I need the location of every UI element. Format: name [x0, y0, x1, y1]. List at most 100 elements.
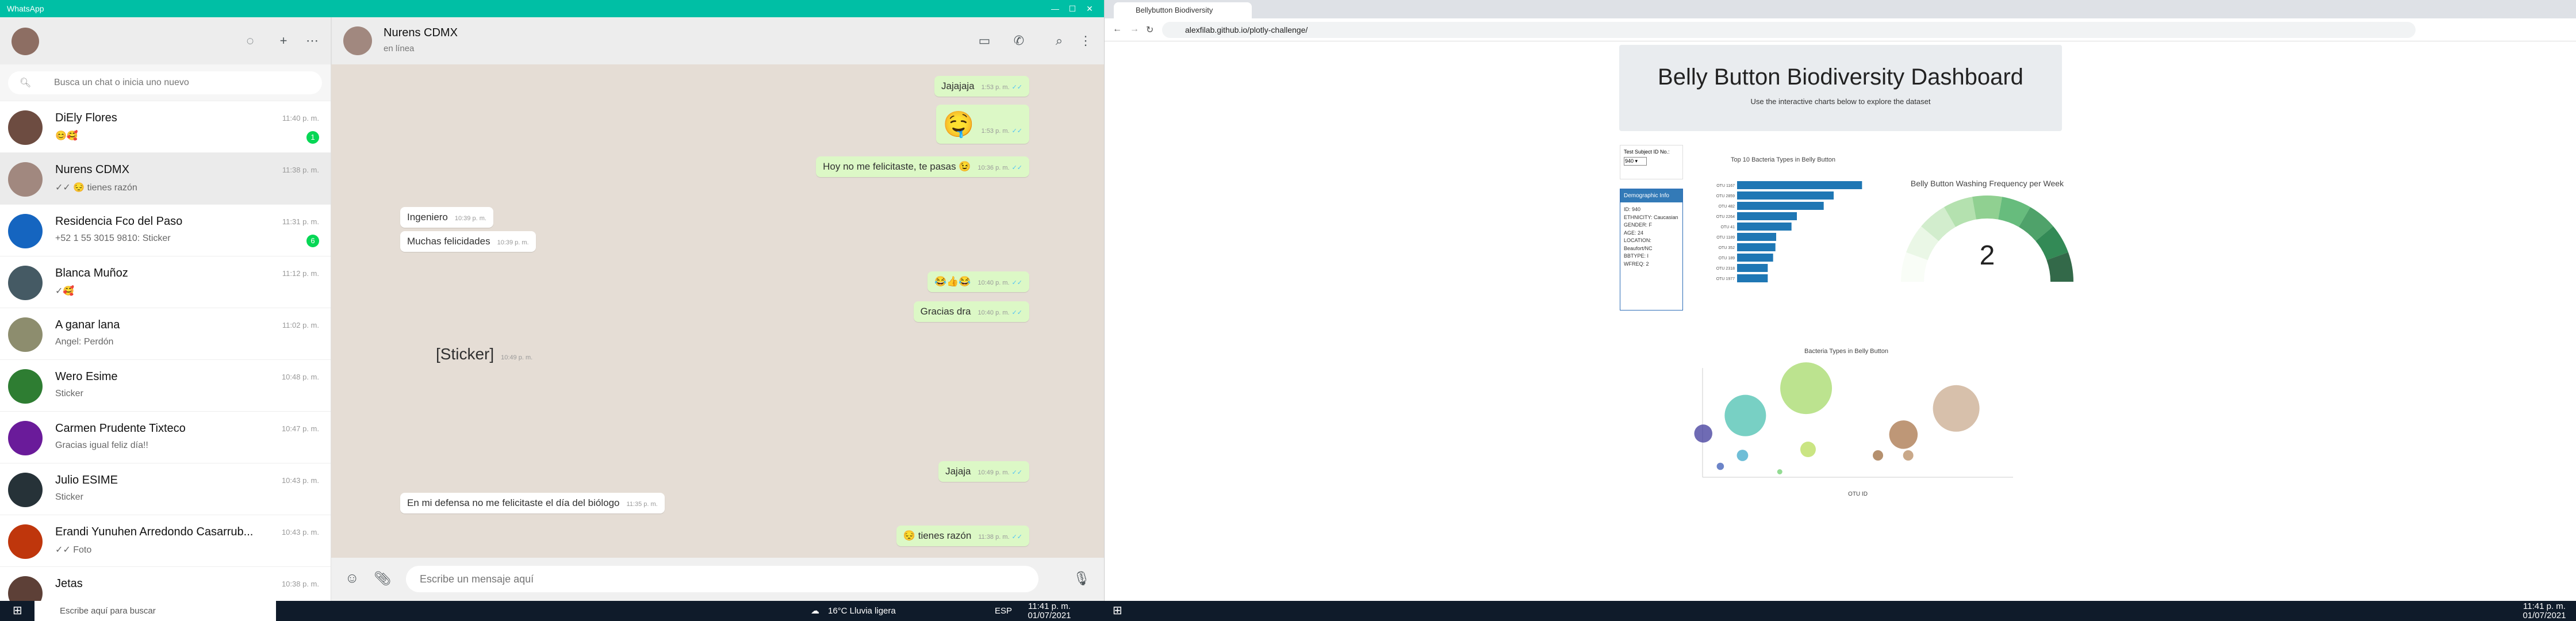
- conversation-pane: Nurens CDMX en línea ▭ ✆ ⌕ ⋮ Jajajaja 1:5…: [331, 17, 1104, 601]
- contact-avatar[interactable]: [343, 26, 372, 55]
- x-axis-label: OTU ID: [1848, 491, 1868, 497]
- chat-preview: Sticker: [55, 492, 83, 502]
- weather-text[interactable]: 16°C Lluvia ligera: [828, 601, 896, 621]
- read-receipt-icon: ✓✓: [1011, 128, 1022, 135]
- gauge-value: 2: [1980, 240, 1995, 271]
- chat-sidebar: ◌ + ⋯ 🔍︎ DiEly Flores 11:40 p. m. 😊🥰 1 N…: [0, 17, 331, 601]
- windows-start-icon[interactable]: ⊞: [13, 601, 22, 621]
- message-text: En mi defensa no me felicitaste el día d…: [407, 497, 620, 508]
- message-time: 11:35 p. m.: [626, 501, 658, 508]
- chart-title: Bacteria Types in Belly Button: [1804, 348, 1888, 355]
- message-time: 10:40 p. m.: [977, 279, 1010, 286]
- forward-icon[interactable]: →: [1130, 24, 1139, 34]
- message-input[interactable]: [406, 566, 1038, 592]
- whatsapp-window: WhatsApp — ☐ ✕ ◌ + ⋯ 🔍︎ DiEly Flores 11:…: [0, 0, 1104, 601]
- minimize-icon[interactable]: —: [1046, 0, 1064, 17]
- clock-time: 11:41 p. m.: [1028, 601, 1071, 611]
- contact-name[interactable]: Nurens CDMX: [384, 26, 458, 40]
- demographic-line: BBTYPE: I: [1624, 253, 1649, 259]
- avatar: [8, 524, 43, 559]
- chat-list-item[interactable]: Erandi Yunuhen Arredondo Casarrub... 10:…: [0, 515, 331, 567]
- message-bubble[interactable]: 😔 tienes razón 11:38 p. m. ✓✓: [896, 526, 1029, 546]
- attach-icon[interactable]: 📎︎: [374, 570, 391, 587]
- search-icon[interactable]: ⌕: [1051, 32, 1068, 49]
- menu-icon[interactable]: ⋯: [304, 32, 321, 49]
- chat-list-item[interactable]: Jetas 10:38 p. m.: [0, 567, 331, 601]
- chat-time: 11:31 p. m.: [282, 217, 319, 226]
- chat-preview: ✓🥰: [55, 286, 75, 296]
- microphone-icon[interactable]: 🎙︎: [1073, 570, 1090, 587]
- tick-label: OTU 2264: [1716, 215, 1735, 219]
- subject-select[interactable]: 940 ▾: [1624, 157, 1647, 166]
- message-bubble[interactable]: Jajajaja 1:53 p. m. ✓✓: [934, 76, 1029, 97]
- chat-list-item[interactable]: DiEly Flores 11:40 p. m. 😊🥰 1: [0, 101, 331, 153]
- message-time: 10:49 p. m.: [977, 469, 1010, 476]
- contact-status: en línea: [384, 44, 415, 53]
- chat-name: Julio ESIME: [55, 474, 118, 486]
- url-field[interactable]: alexfilab.github.io/plotly-challenge/: [1162, 22, 2416, 38]
- taskbar-search[interactable]: Escribe aquí para buscar: [34, 601, 276, 621]
- chat-list-item[interactable]: Residencia Fco del Paso 11:31 p. m. +52 …: [0, 205, 331, 256]
- message-bubble[interactable]: [Sticker] 10:49 p. m.: [429, 340, 539, 368]
- search-box: 🔍︎: [8, 71, 322, 94]
- tick-label: OTU 2859: [1716, 194, 1735, 198]
- chat-name: Nurens CDMX: [55, 163, 129, 176]
- clock-secondary[interactable]: 11:41 p. m. 01/07/2021: [2518, 601, 2570, 621]
- windows-start-icon[interactable]: ⊞: [1113, 601, 1122, 621]
- chat-list-item[interactable]: Carmen Prudente Tixteco 10:47 p. m. Grac…: [0, 412, 331, 463]
- voice-call-icon[interactable]: ✆: [1010, 32, 1028, 49]
- status-icon[interactable]: ◌: [241, 32, 259, 49]
- reload-icon[interactable]: ↻: [1146, 24, 1153, 36]
- chat-preview: ✓✓ 😔 tienes razón: [55, 183, 137, 193]
- chat-list: DiEly Flores 11:40 p. m. 😊🥰 1 Nurens CDM…: [0, 101, 331, 601]
- chat-name: Carmen Prudente Tixteco: [55, 422, 186, 435]
- avatar: [8, 421, 43, 455]
- bar: [1737, 274, 1768, 282]
- chat-list-item[interactable]: Blanca Muñoz 11:12 p. m. ✓🥰: [0, 256, 331, 308]
- chat-list-item[interactable]: Julio ESIME 10:43 p. m. Sticker: [0, 463, 331, 515]
- chat-list-item[interactable]: A ganar lana 11:02 p. m. Angel: Perdón: [0, 308, 331, 360]
- message-text: 🤤: [942, 110, 975, 139]
- subject-select-panel: Test Subject ID No.: 940 ▾: [1620, 145, 1683, 179]
- url-text: alexfilab.github.io/plotly-challenge/: [1185, 25, 1308, 34]
- chat-list-item[interactable]: Wero Esime 10:48 p. m. Sticker: [0, 360, 331, 412]
- tick-label: OTU 482: [1719, 205, 1735, 209]
- message-time: 10:40 p. m.: [977, 309, 1010, 316]
- emoji-icon[interactable]: ☺: [345, 570, 359, 586]
- message-text: 😔 tienes razón: [903, 530, 972, 541]
- message-bubble[interactable]: Gracias dra 10:40 p. m. ✓✓: [913, 301, 1029, 322]
- chat-name: A ganar lana: [55, 319, 120, 331]
- menu-icon[interactable]: ⋮: [1077, 32, 1094, 49]
- bar: [1737, 264, 1768, 272]
- read-receipt-icon: ✓✓: [1011, 84, 1022, 91]
- avatar[interactable]: [12, 28, 39, 55]
- conversation-header: Nurens CDMX en línea ▭ ✆ ⌕ ⋮: [331, 17, 1104, 64]
- message-bubble[interactable]: Hoy no me felicitaste, te pasas 😉 10:36 p…: [816, 156, 1029, 177]
- message-bubble[interactable]: En mi defensa no me felicitaste el día d…: [400, 493, 665, 513]
- message-bubble[interactable]: 🤤 1:53 p. m. ✓✓: [936, 105, 1029, 144]
- window-titlebar: WhatsApp — ☐ ✕: [0, 0, 1104, 17]
- tab-active[interactable]: Bellybutton Biodiversity: [1114, 2, 1252, 18]
- video-call-icon[interactable]: ▭: [976, 32, 993, 49]
- new-chat-icon[interactable]: +: [275, 32, 292, 49]
- back-icon[interactable]: ←: [1113, 24, 1122, 34]
- message-bubble[interactable]: Jajaja 10:49 p. m. ✓✓: [938, 461, 1029, 482]
- search-bar: 🔍︎: [0, 64, 331, 101]
- chat-list-item[interactable]: Nurens CDMX 11:38 p. m. ✓✓ 😔 tienes razó…: [0, 153, 331, 205]
- chat-time: 10:48 p. m.: [281, 373, 319, 381]
- message-bubble[interactable]: 😂👍😂 10:40 p. m. ✓✓: [927, 271, 1029, 292]
- weather-icon[interactable]: ☁: [811, 601, 819, 621]
- message-time: 11:38 p. m.: [978, 534, 1010, 540]
- chat-name: Erandi Yunuhen Arredondo Casarrub...: [55, 526, 254, 538]
- clock[interactable]: 11:41 p. m. 01/07/2021: [1023, 601, 1075, 621]
- search-input[interactable]: [54, 71, 307, 94]
- message-text: [Sticker]: [436, 345, 494, 363]
- language[interactable]: ESP: [995, 601, 1012, 621]
- chart-title: Belly Button Washing Frequency per Week: [1911, 179, 2064, 188]
- message-bubble[interactable]: Muchas felicidades 10:39 p. m.: [400, 231, 536, 252]
- bubble: [1889, 420, 1918, 449]
- maximize-icon[interactable]: ☐: [1064, 0, 1081, 17]
- chat-name: Jetas: [55, 577, 83, 590]
- close-icon[interactable]: ✕: [1081, 0, 1098, 17]
- message-bubble[interactable]: Ingeniero 10:39 p. m.: [400, 207, 493, 228]
